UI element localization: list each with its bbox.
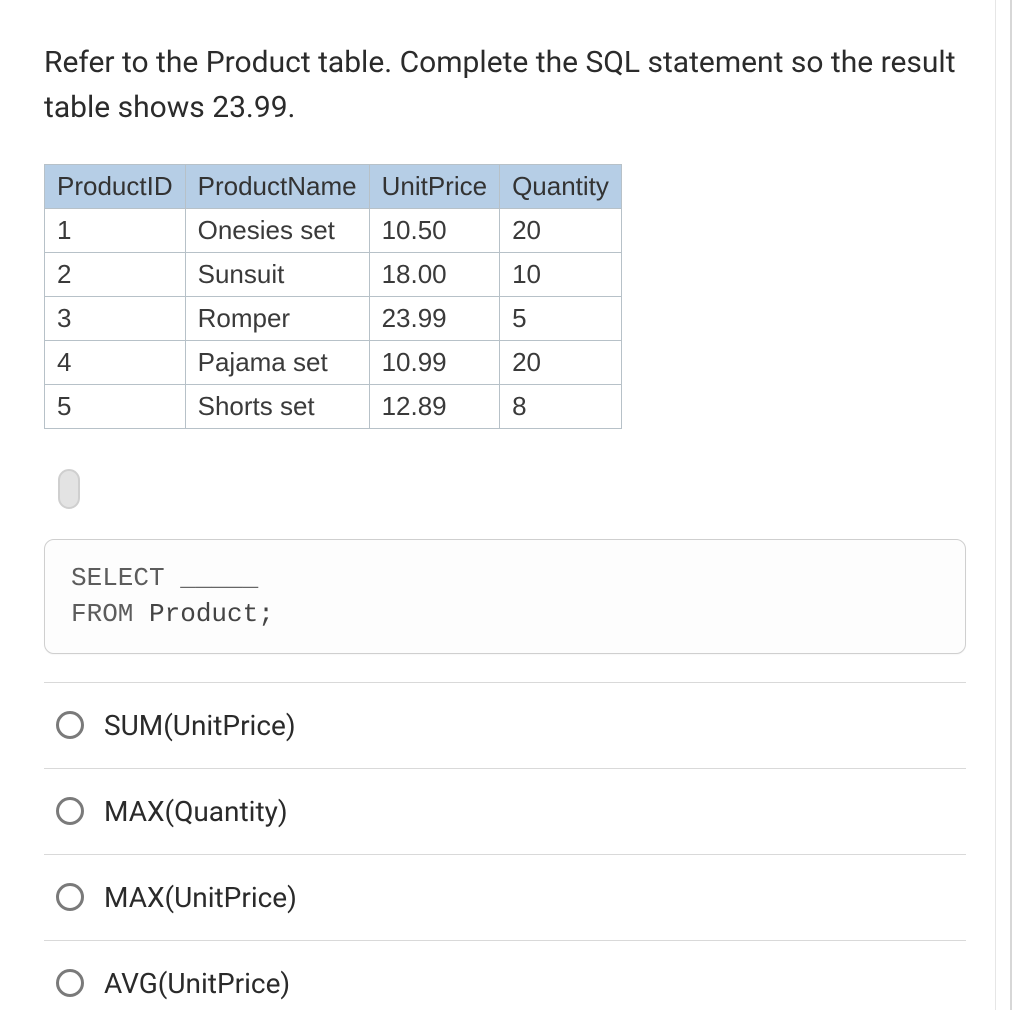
option-avg-unitprice[interactable]: AVG(UnitPrice) bbox=[44, 940, 966, 1026]
cell: 10.99 bbox=[369, 341, 499, 385]
cell: 20 bbox=[500, 209, 622, 253]
question-page: Refer to the Product table. Complete the… bbox=[0, 0, 1012, 1010]
radio-icon bbox=[56, 969, 84, 997]
cell: Pajama set bbox=[185, 341, 369, 385]
product-table: ProductID ProductName UnitPrice Quantity… bbox=[44, 164, 622, 429]
cell: 10 bbox=[500, 253, 622, 297]
option-label: AVG(UnitPrice) bbox=[104, 967, 290, 1000]
table-row: 5 Shorts set 12.89 8 bbox=[45, 385, 622, 429]
sql-keyword-select: SELECT bbox=[71, 563, 165, 593]
cell: 2 bbox=[45, 253, 186, 297]
cell: 23.99 bbox=[369, 297, 499, 341]
cell: 4 bbox=[45, 341, 186, 385]
cell: Onesies set bbox=[185, 209, 369, 253]
table-row: 4 Pajama set 10.99 20 bbox=[45, 341, 622, 385]
sql-rest: Product; bbox=[133, 599, 273, 629]
option-label: SUM(UnitPrice) bbox=[104, 709, 296, 742]
radio-icon bbox=[56, 711, 84, 739]
question-text: Refer to the Product table. Complete the… bbox=[44, 40, 966, 130]
sql-keyword-from: FROM bbox=[71, 599, 133, 629]
cell: 8 bbox=[500, 385, 622, 429]
col-productid: ProductID bbox=[45, 165, 186, 209]
cell: Romper bbox=[185, 297, 369, 341]
option-max-quantity[interactable]: MAX(Quantity) bbox=[44, 768, 966, 854]
table-row: 2 Sunsuit 18.00 10 bbox=[45, 253, 622, 297]
option-label: MAX(Quantity) bbox=[104, 795, 288, 828]
cell: 5 bbox=[45, 385, 186, 429]
answer-options: SUM(UnitPrice) MAX(Quantity) MAX(UnitPri… bbox=[44, 682, 966, 1026]
cell: 20 bbox=[500, 341, 622, 385]
col-productname: ProductName bbox=[185, 165, 369, 209]
cell: 5 bbox=[500, 297, 622, 341]
cell: Sunsuit bbox=[185, 253, 369, 297]
cell: 18.00 bbox=[369, 253, 499, 297]
col-unitprice: UnitPrice bbox=[369, 165, 499, 209]
radio-icon bbox=[56, 883, 84, 911]
option-sum-unitprice[interactable]: SUM(UnitPrice) bbox=[44, 682, 966, 768]
sql-blank: _____ bbox=[165, 563, 259, 593]
table-row: 3 Romper 23.99 5 bbox=[45, 297, 622, 341]
cell: Shorts set bbox=[185, 385, 369, 429]
table-row: 1 Onesies set 10.50 20 bbox=[45, 209, 622, 253]
option-max-unitprice[interactable]: MAX(UnitPrice) bbox=[44, 854, 966, 940]
table-header-row: ProductID ProductName UnitPrice Quantity bbox=[45, 165, 622, 209]
radio-icon bbox=[56, 797, 84, 825]
option-label: MAX(UnitPrice) bbox=[104, 881, 297, 914]
cell: 3 bbox=[45, 297, 186, 341]
cell: 1 bbox=[45, 209, 186, 253]
scroll-thumb-icon bbox=[58, 469, 80, 509]
sql-code-block: SELECT _____ FROM Product; bbox=[44, 539, 966, 654]
cell: 12.89 bbox=[369, 385, 499, 429]
col-quantity: Quantity bbox=[500, 165, 622, 209]
cell: 10.50 bbox=[369, 209, 499, 253]
